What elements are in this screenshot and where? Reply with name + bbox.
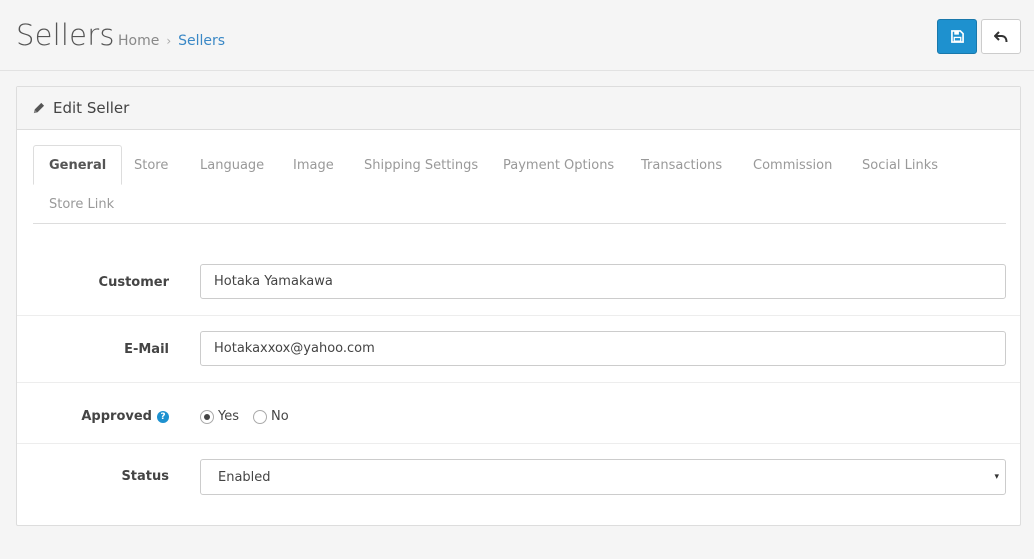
breadcrumb-home[interactable]: Home bbox=[118, 33, 159, 49]
customer-label: Customer bbox=[98, 275, 169, 290]
chevron-down-icon: ▾ bbox=[994, 472, 999, 482]
reply-icon bbox=[994, 30, 1008, 42]
status-label: Status bbox=[121, 469, 169, 484]
tab-language[interactable]: Language bbox=[200, 158, 264, 173]
save-icon bbox=[950, 30, 964, 43]
customer-input[interactable]: Hotaka Yamakawa bbox=[200, 264, 1006, 299]
tab-payment-options[interactable]: Payment Options bbox=[503, 158, 614, 173]
breadcrumb: Home › Sellers bbox=[118, 33, 225, 49]
tab-transactions[interactable]: Transactions bbox=[641, 158, 722, 173]
approved-no-radio[interactable] bbox=[253, 409, 267, 424]
panel-heading: Edit Seller bbox=[17, 87, 1020, 130]
approved-label-group: Approved ? bbox=[81, 409, 169, 424]
tab-bar: General Store Language Image Shipping Se… bbox=[33, 145, 1006, 224]
help-icon[interactable]: ? bbox=[157, 410, 169, 423]
save-button[interactable] bbox=[937, 19, 977, 54]
page-header: Sellers Home › Sellers bbox=[0, 0, 1034, 71]
form-row-email: E-Mail Hotakaxxox@yahoo.com bbox=[17, 316, 1020, 383]
breadcrumb-separator-icon: › bbox=[166, 34, 172, 48]
status-value: Enabled bbox=[218, 469, 271, 485]
form-row-customer: Customer Hotaka Yamakawa bbox=[17, 247, 1020, 316]
form-row-approved: Approved ? Yes No bbox=[17, 383, 1020, 444]
panel-title: Edit Seller bbox=[53, 99, 130, 117]
back-button[interactable] bbox=[981, 19, 1021, 54]
form-row-status: Status Enabled ▾ bbox=[17, 444, 1020, 526]
breadcrumb-sellers[interactable]: Sellers bbox=[178, 33, 225, 49]
email-input[interactable]: Hotakaxxox@yahoo.com bbox=[200, 331, 1006, 366]
status-select[interactable]: Enabled ▾ bbox=[200, 459, 1006, 495]
tab-shipping-settings[interactable]: Shipping Settings bbox=[364, 158, 478, 173]
pencil-icon bbox=[33, 102, 45, 113]
approved-no-label[interactable]: No bbox=[271, 409, 289, 424]
tab-image[interactable]: Image bbox=[293, 158, 334, 173]
edit-seller-panel: Edit Seller General Store Language Image… bbox=[16, 86, 1021, 526]
approved-label: Approved bbox=[81, 409, 152, 424]
tab-store[interactable]: Store bbox=[134, 158, 168, 173]
tab-general[interactable]: General bbox=[33, 145, 123, 185]
approved-yes-radio[interactable] bbox=[200, 409, 214, 424]
tab-store-link[interactable]: Store Link bbox=[49, 197, 114, 212]
email-label: E-Mail bbox=[124, 342, 169, 357]
approved-radio-group: Yes No bbox=[200, 409, 289, 424]
tab-commission[interactable]: Commission bbox=[753, 158, 832, 173]
approved-yes-label[interactable]: Yes bbox=[218, 409, 239, 424]
tab-social-links[interactable]: Social Links bbox=[862, 158, 938, 173]
page-title: Sellers bbox=[16, 18, 115, 52]
